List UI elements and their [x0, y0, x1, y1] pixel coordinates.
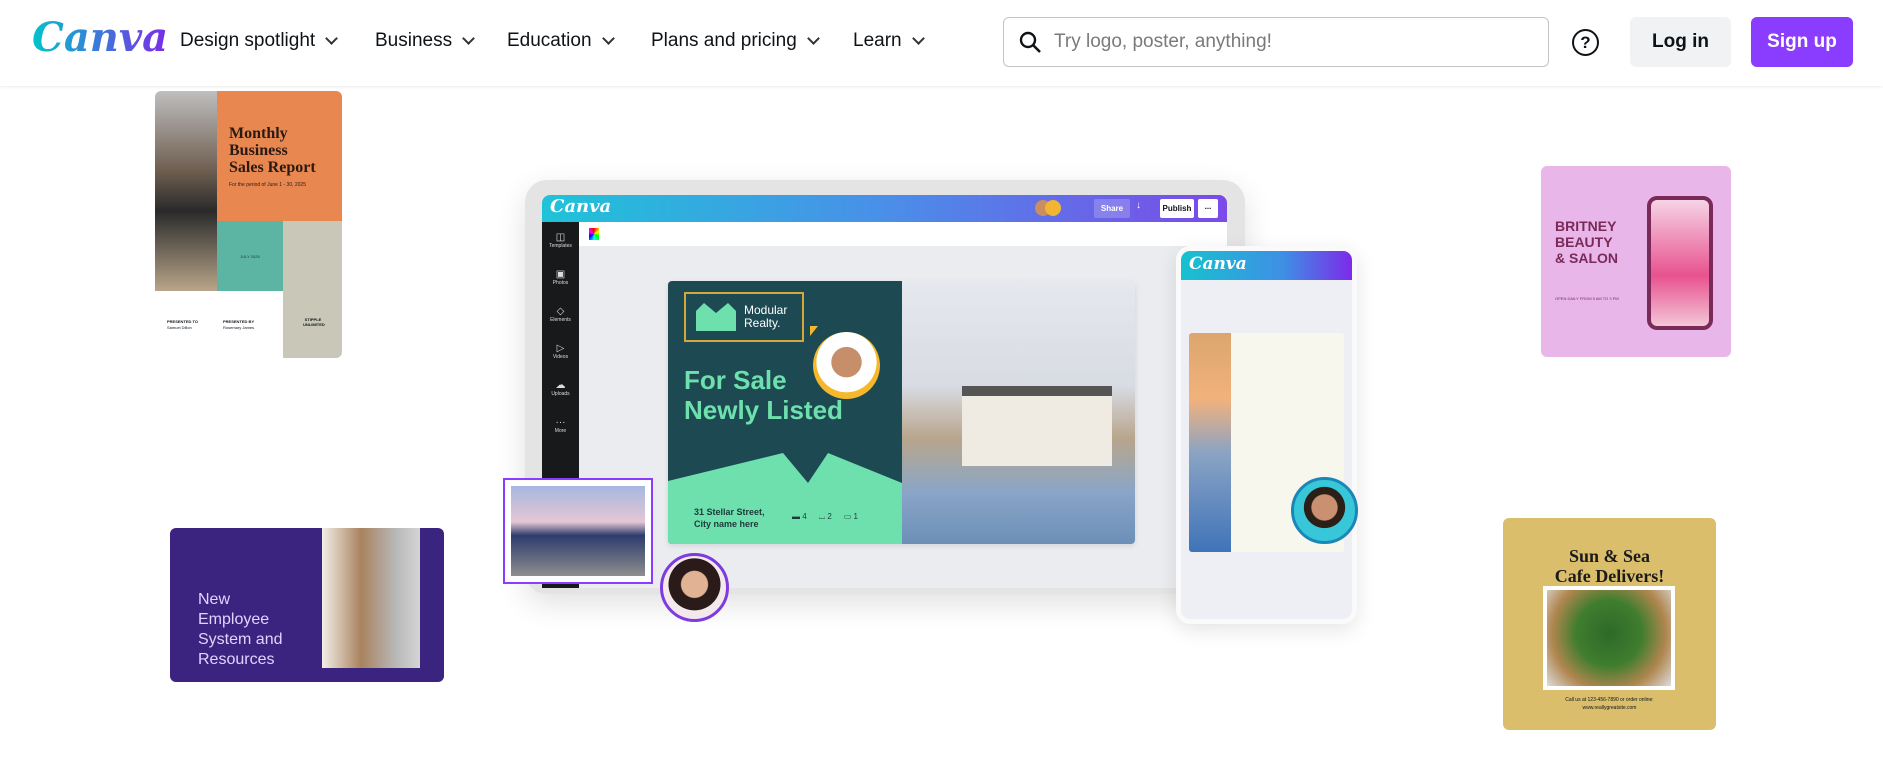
search-box[interactable]: [1003, 17, 1549, 67]
nav-label: Education: [507, 30, 592, 51]
collaborator-avatar: [813, 332, 880, 399]
report-title: Sales Report: [229, 159, 316, 176]
bed-icon: ▬ 4: [792, 512, 807, 521]
nav-education[interactable]: Education: [507, 30, 615, 52]
download-icon[interactable]: ↓: [1136, 200, 1141, 211]
cursor-icon: [810, 326, 818, 336]
design-canvas[interactable]: Modular Realty. For Sale Newly Listed 31 S…: [668, 281, 1135, 544]
food-photo: [1543, 586, 1675, 690]
sidebar-item-uploads[interactable]: ☁ Uploads: [542, 380, 579, 417]
more-button[interactable]: ...: [1198, 199, 1218, 218]
report-title: Monthly: [229, 125, 288, 142]
chevron-down-icon: [325, 32, 339, 45]
collaborator-avatar: [660, 553, 729, 622]
report-date: JULY 2025: [217, 221, 283, 291]
mountain-shape: [668, 453, 902, 544]
report-brand: STIPPLE UNLIMITED: [303, 317, 325, 327]
template-britney-beauty-salon[interactable]: BRITNEY BEAUTY & SALON OPEN DAILY FROM 9 A…: [1541, 166, 1731, 357]
sidebar-item-templates[interactable]: ◫ Templates: [542, 232, 579, 269]
label: PRESENTED TO: [167, 319, 199, 324]
chevron-down-icon: [806, 32, 820, 45]
login-button[interactable]: Log in: [1630, 17, 1731, 67]
search-input[interactable]: [1054, 31, 1524, 53]
color-picker-icon[interactable]: [589, 228, 599, 240]
avatar: [1045, 200, 1061, 216]
sidebar-item-more[interactable]: ··· More: [542, 417, 579, 454]
help-icon[interactable]: ?: [1572, 29, 1599, 56]
sidebar-item-videos[interactable]: ▷ Videos: [542, 343, 579, 380]
house-logo-icon: [696, 303, 736, 331]
car-icon: ▭ 1: [843, 512, 858, 521]
employee-title: New Employee System and Resources: [198, 591, 283, 668]
label: PRESENTED BY: [223, 319, 255, 324]
sidebar-item-photos[interactable]: ▣ Photos: [542, 269, 579, 306]
signup-button[interactable]: Sign up: [1751, 17, 1853, 67]
nav-label: Business: [375, 30, 453, 51]
nav-label: Design spotlight: [180, 30, 316, 51]
nav-business[interactable]: Business: [375, 30, 475, 52]
report-title-block: Monthly Business Sales Report For the pe…: [217, 91, 342, 221]
cafe-contact: Call us at 123-456-7890 or order online:…: [1565, 697, 1654, 711]
chevron-down-icon: [601, 32, 615, 45]
design-left-panel: Modular Realty. For Sale Newly Listed 31 S…: [668, 281, 902, 544]
template-monthly-sales-report[interactable]: Monthly Business Sales Report For the pe…: [155, 91, 342, 358]
nav-learn[interactable]: Learn: [853, 30, 925, 52]
collaborator-avatar: [1291, 477, 1358, 544]
cafe-title: Sun & Sea Cafe Delivers!: [1554, 546, 1665, 586]
design-amenities: ▬ 4 ⌴ 2 ▭ 1: [792, 512, 858, 522]
chevron-down-icon: [911, 32, 925, 45]
salon-hours: OPEN DAILY FROM 9 AM TO 3 PM: [1555, 296, 1619, 301]
chevron-down-icon: [462, 32, 475, 45]
design-address: 31 Stellar Street, City name here: [694, 507, 765, 529]
report-subtitle: For the period of June 1 - 30, 2025: [229, 182, 306, 188]
top-navigation: Canva Design spotlight Business Educatio…: [0, 0, 1883, 86]
selected-image[interactable]: [503, 478, 653, 584]
brand-frame: Modular Realty.: [684, 292, 804, 342]
publish-button[interactable]: Publish: [1160, 199, 1194, 218]
template-sun-sea-cafe[interactable]: Sun & Sea Cafe Delivers! Call us at 123-4…: [1503, 518, 1716, 730]
editor-logo: Canva: [550, 196, 612, 217]
phone-photo: [1647, 196, 1713, 330]
nav-plans-and-pricing[interactable]: Plans and pricing: [651, 30, 820, 52]
share-button[interactable]: Share: [1094, 199, 1130, 218]
value: Rosemary James: [223, 325, 255, 330]
value: Samuel Dillon: [167, 325, 192, 330]
bath-icon: ⌴ 2: [818, 512, 832, 521]
sidebar-item-elements[interactable]: ◇ Elements: [542, 306, 579, 343]
nav-design-spotlight[interactable]: Design spotlight: [180, 30, 339, 52]
template-new-employee[interactable]: New Employee System and Resources: [170, 528, 444, 682]
salon-title: BRITNEY BEAUTY & SALON: [1555, 218, 1618, 266]
nav-label: Learn: [853, 30, 902, 51]
editor-topbar: Canva Share ↓ Publish ...: [542, 195, 1227, 222]
report-grey-block: STIPPLE UNLIMITED: [283, 221, 342, 358]
photo-handshake: [322, 528, 420, 668]
canva-logo[interactable]: Canva: [32, 14, 168, 61]
editor-toolbar: [579, 222, 1227, 246]
phone-logo: Canva: [1181, 251, 1352, 280]
nav-label: Plans and pricing: [651, 30, 797, 51]
photo-modern-house: [902, 281, 1135, 544]
search-icon: [1019, 31, 1041, 53]
phone-mockup: Canva: [1176, 246, 1357, 624]
report-title: Business: [229, 142, 288, 159]
photo-woman: [155, 91, 217, 291]
